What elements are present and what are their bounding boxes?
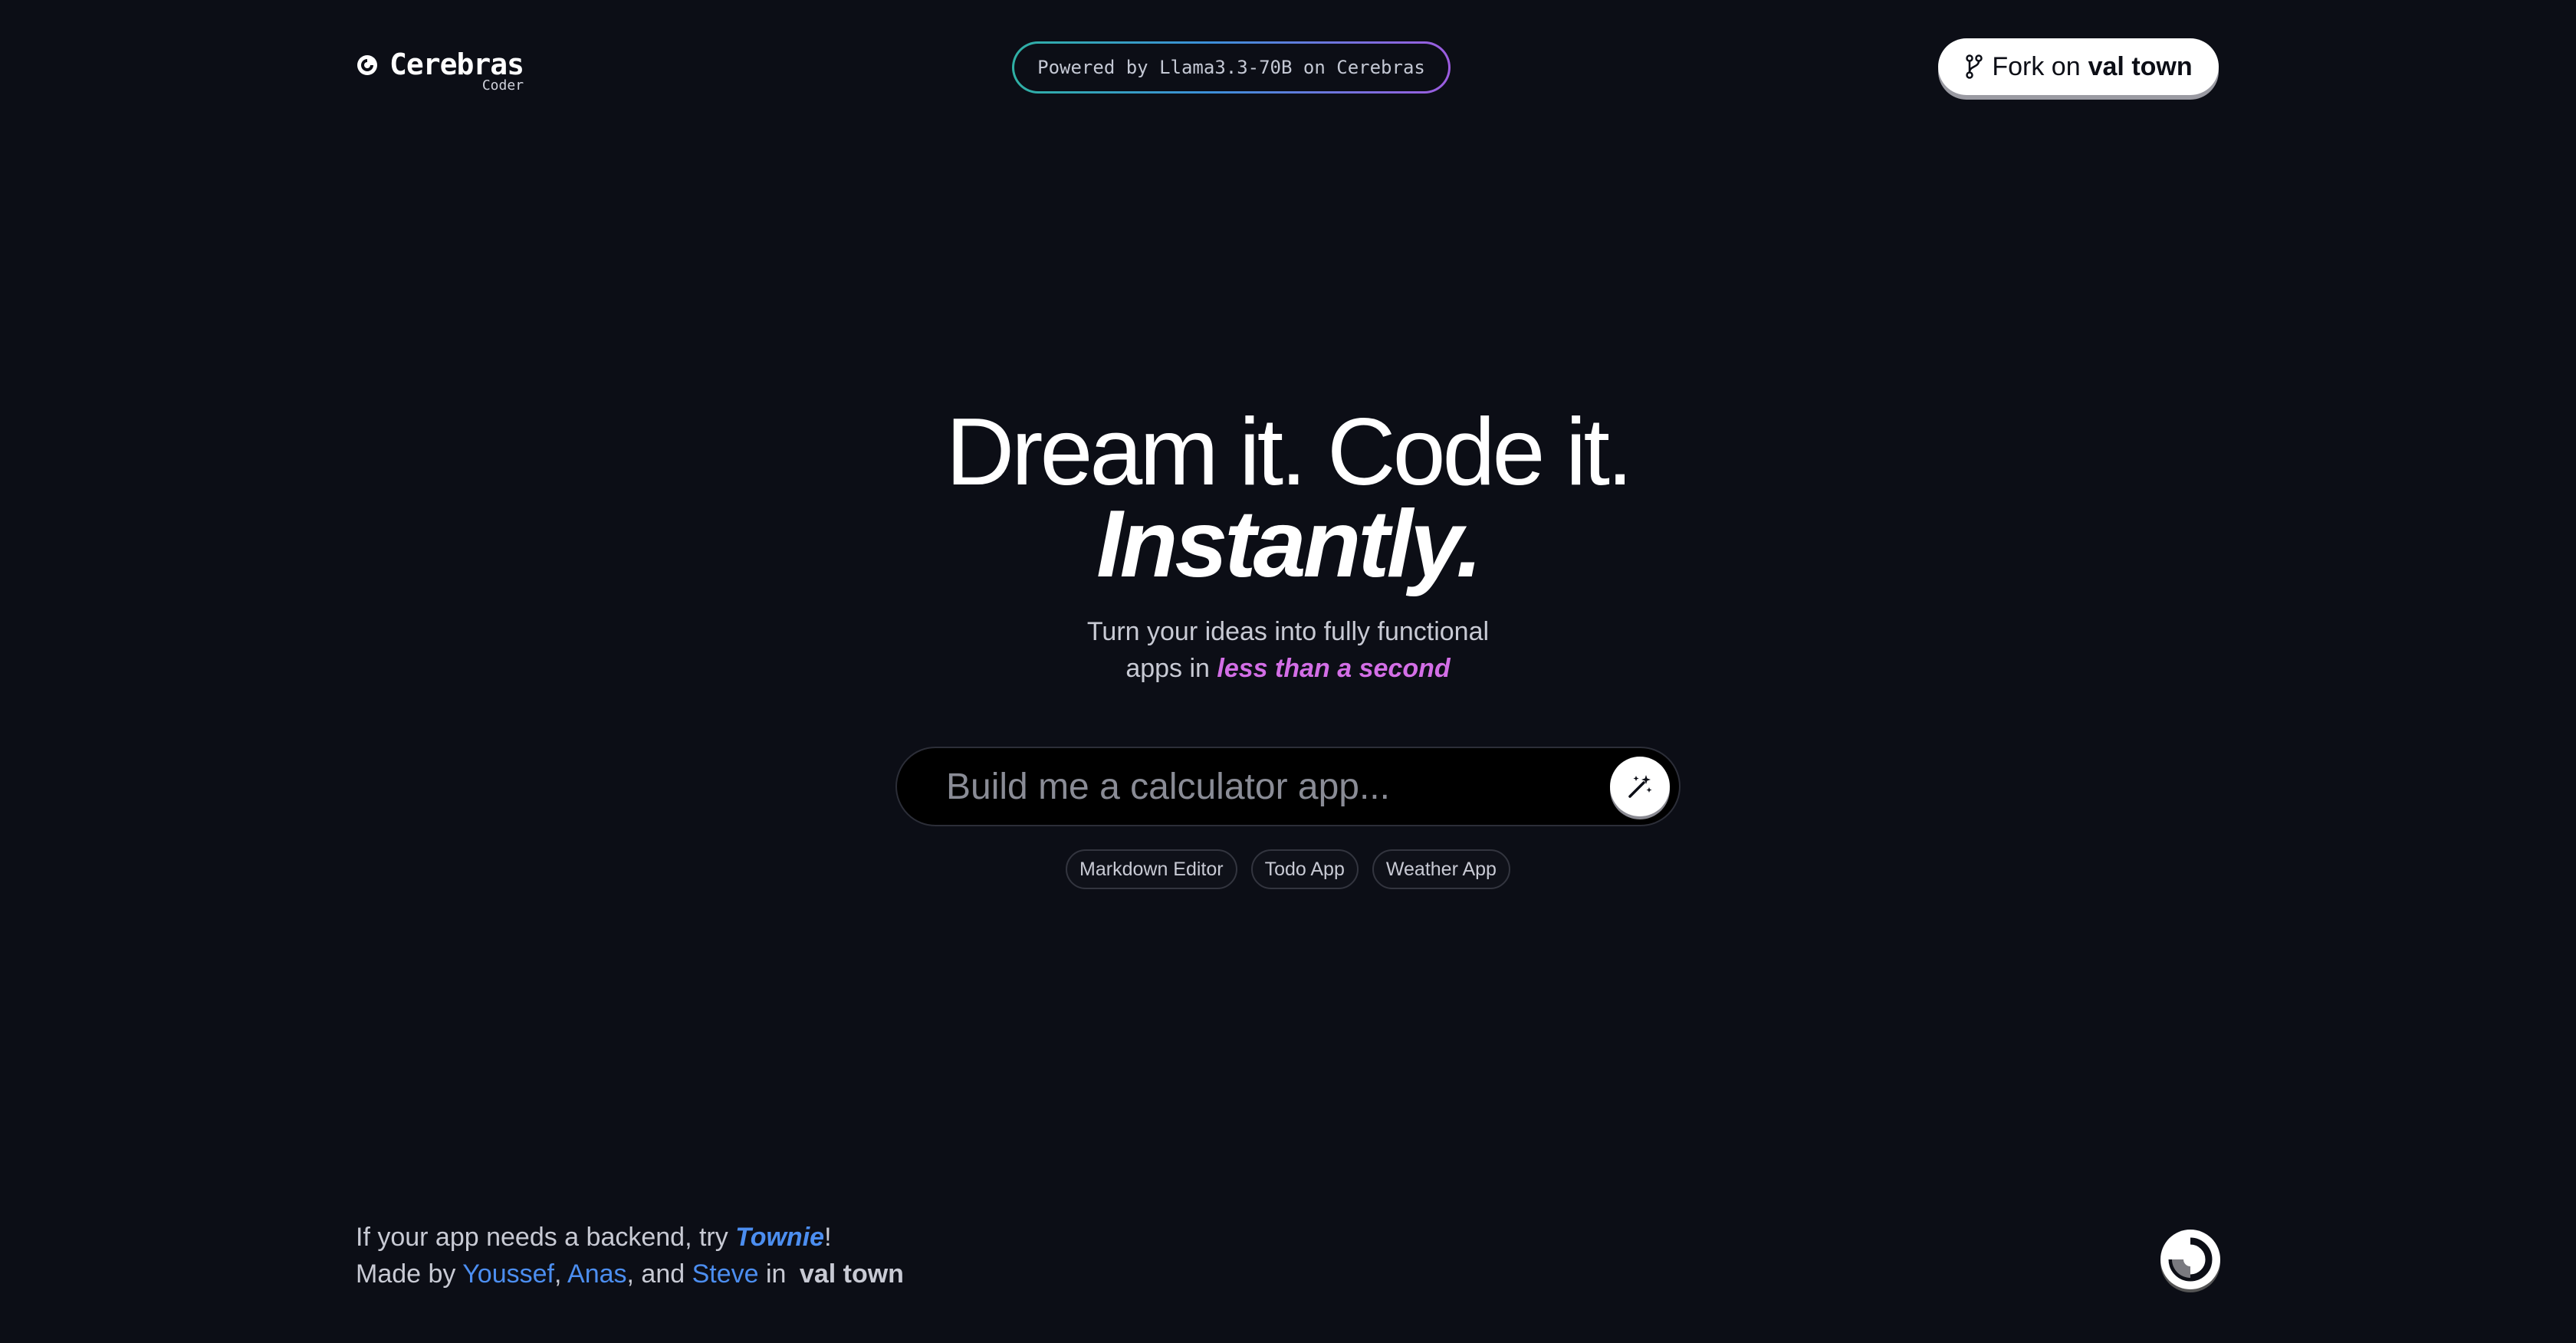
- powered-by-text: Powered by Llama3.3-70B on Cerebras: [1014, 44, 1448, 91]
- brand-text: Cerebras Coder: [389, 48, 524, 94]
- corner-logo-button[interactable]: [2160, 1230, 2220, 1289]
- chip-todo-app[interactable]: Todo App: [1250, 849, 1359, 889]
- footer-in: in: [766, 1259, 787, 1289]
- suggestion-chips: Markdown Editor Todo App Weather App: [0, 849, 2576, 889]
- footer-backend-text: If your app needs a backend, try: [356, 1223, 728, 1252]
- townie-link[interactable]: Townie: [735, 1223, 824, 1252]
- brand-logo[interactable]: Cerebras Coder: [356, 48, 524, 94]
- footer-line-2: Made by Youssef, Anas, and Steve in val …: [356, 1256, 904, 1292]
- cerebras-logo-icon: [2168, 1237, 2213, 1282]
- fork-label: Fork on: [1992, 51, 2081, 81]
- footer-sep-2: , and: [626, 1259, 685, 1289]
- footer: If your app needs a backend, try Townie!…: [356, 1219, 904, 1292]
- subtitle-accent: less than a second: [1217, 654, 1451, 683]
- subtitle-line-2: apps in less than a second: [0, 650, 2576, 687]
- hero: Dream it. Code it. Instantly. Turn your …: [0, 399, 2576, 687]
- prompt-input[interactable]: [897, 747, 1610, 826]
- page: Cerebras Coder Powered by Llama3.3-70B o…: [0, 0, 2576, 1343]
- hero-subtitle: Turn your ideas into fully functional ap…: [0, 613, 2576, 687]
- footer-made-by: Made by: [356, 1259, 456, 1289]
- cerebras-logo-icon: [357, 55, 377, 75]
- footer-sep-1: ,: [554, 1259, 562, 1289]
- author-anas-link[interactable]: Anas: [567, 1259, 627, 1289]
- chip-markdown-editor[interactable]: Markdown Editor: [1066, 849, 1237, 889]
- generate-button[interactable]: [1610, 757, 1670, 816]
- subtitle-line-1: Turn your ideas into fully functional: [1086, 617, 1490, 646]
- val-town-wordmark: val town: [2088, 51, 2193, 81]
- author-steve-link[interactable]: Steve: [692, 1259, 759, 1289]
- magic-wand-icon: [1628, 775, 1652, 798]
- hero-headline-italic: Instantly.: [1096, 491, 1483, 597]
- hero-headline: Dream it. Code it.: [945, 399, 1634, 505]
- fork-on-val-town-button[interactable]: Fork on val town: [1938, 38, 2219, 95]
- chip-weather-app[interactable]: Weather App: [1372, 849, 1510, 889]
- subtitle-prefix: apps in: [1125, 654, 1210, 683]
- footer-exclamation: !: [824, 1223, 832, 1252]
- brand-name: Cerebras: [389, 48, 524, 81]
- brand-subtitle: Coder: [481, 77, 524, 94]
- author-youssef-link[interactable]: Youssef: [462, 1259, 554, 1289]
- footer-val-town-wordmark[interactable]: val town: [800, 1259, 904, 1289]
- git-fork-icon: [1966, 54, 1983, 79]
- powered-by-badge: Powered by Llama3.3-70B on Cerebras: [1012, 41, 1451, 94]
- prompt-box: [895, 747, 1681, 826]
- footer-line-1: If your app needs a backend, try Townie!: [356, 1219, 904, 1256]
